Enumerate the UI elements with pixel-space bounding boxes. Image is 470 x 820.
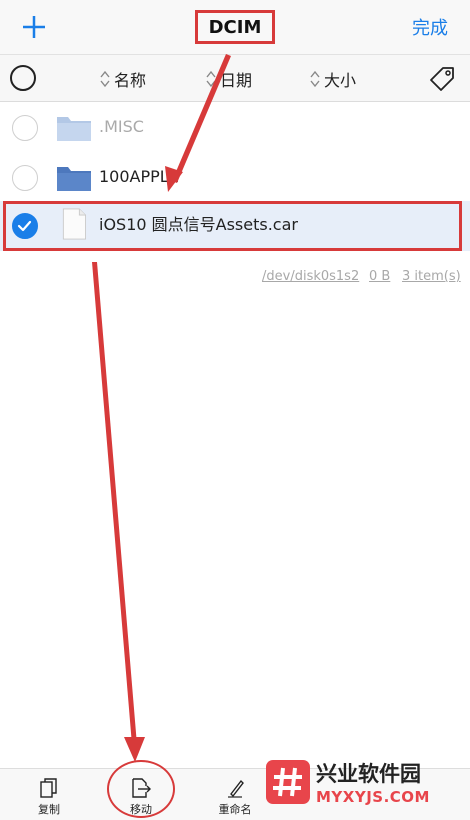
hash-logo-icon <box>266 760 310 804</box>
move-highlight-circle <box>107 760 175 818</box>
copy-icon <box>40 778 57 798</box>
sort-name-label: 名称 <box>114 71 147 90</box>
sort-by-name[interactable]: 名称 <box>100 67 146 91</box>
rename-button[interactable]: 重命名 <box>200 769 270 820</box>
sort-arrows-icon <box>310 71 320 87</box>
file-name: 100APPLE <box>99 167 179 186</box>
select-all-checkbox[interactable] <box>10 65 36 91</box>
copy-label: 复制 <box>38 803 60 816</box>
row-checkbox[interactable] <box>12 165 38 191</box>
folder-icon <box>57 117 91 141</box>
annotation-arrow-line <box>92 262 137 745</box>
sort-by-date[interactable]: 日期 <box>206 67 252 91</box>
watermark: 兴业软件园 MYXYJS.COM <box>262 756 462 816</box>
item-count[interactable]: 3 item(s) <box>402 269 461 284</box>
sort-bar: 名称 日期 大小 <box>0 55 470 102</box>
rename-label: 重命名 <box>218 803 252 816</box>
sort-arrows-icon <box>100 71 110 87</box>
file-row[interactable]: .MISC <box>0 103 470 153</box>
selection-highlight-box <box>3 201 462 251</box>
tag-icon[interactable] <box>428 65 456 93</box>
sort-by-size[interactable]: 大小 <box>310 67 356 91</box>
watermark-url: MYXYJS.COM <box>316 788 430 806</box>
sort-size-label: 大小 <box>324 71 357 90</box>
device-path[interactable]: /dev/disk0s1s2 <box>262 269 359 284</box>
watermark-title: 兴业软件园 <box>316 762 421 786</box>
navigation-bar: DCIM 完成 <box>0 0 470 55</box>
file-row[interactable]: 100APPLE <box>0 153 470 203</box>
file-name: .MISC <box>99 117 144 136</box>
sort-date-label: 日期 <box>220 71 253 90</box>
rename-pencil-icon <box>228 779 244 798</box>
sort-arrows-icon <box>206 71 216 87</box>
row-checkbox[interactable] <box>12 115 38 141</box>
total-size[interactable]: 0 B <box>369 269 390 284</box>
add-icon[interactable] <box>14 6 54 46</box>
folder-icon <box>57 167 91 191</box>
copy-button[interactable]: 复制 <box>14 769 84 820</box>
annotation-arrow-head <box>124 737 145 762</box>
page-title: DCIM <box>195 10 275 44</box>
done-button[interactable]: 完成 <box>412 14 448 40</box>
